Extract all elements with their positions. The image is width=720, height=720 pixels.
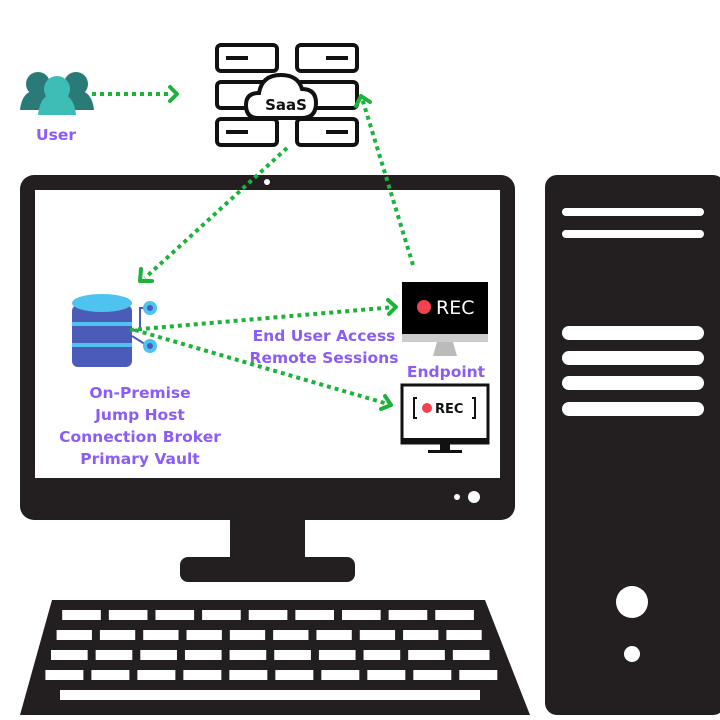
- keyboard-key: [99, 630, 136, 640]
- keyboard-key: [459, 670, 498, 680]
- remote-sessions-label: Remote Sessions: [250, 349, 399, 367]
- keyboard-key: [435, 610, 474, 620]
- keyboard-key: [108, 610, 148, 620]
- keyboard-spacebar-row: [60, 690, 480, 700]
- user-label: User: [36, 126, 76, 144]
- keyboard-key: [408, 650, 445, 660]
- keyboard-key: [321, 670, 360, 680]
- keyboard-key: [452, 650, 490, 660]
- keyboard-key: [229, 670, 268, 680]
- keyboard-key: [184, 650, 222, 660]
- endpoint-label: Endpoint: [407, 363, 486, 381]
- keyboard-key: [183, 670, 222, 680]
- keyboard-key: [95, 650, 133, 660]
- svg-text:Primary Vault: Primary Vault: [80, 450, 200, 468]
- keyboard-key: [51, 650, 88, 660]
- keyboard-key: [363, 650, 401, 660]
- keyboard-key: [248, 610, 288, 620]
- saas-cloud-server-icon: [215, 43, 359, 147]
- keyboard-key: [388, 610, 428, 620]
- keyboard-key: [91, 670, 130, 680]
- keyboard-key: [275, 670, 314, 680]
- keyboard-key: [274, 650, 311, 660]
- saas-label: SaaS: [265, 96, 307, 114]
- keyboard-key: [45, 670, 84, 680]
- keyboard-key: [295, 610, 334, 620]
- end-user-access-label: End User Access: [253, 327, 396, 345]
- svg-text:On-Premise: On-Premise: [89, 384, 190, 402]
- keyboard-key: [342, 610, 381, 620]
- keyboard-key: [186, 630, 222, 640]
- keyboard-key: [143, 630, 179, 640]
- keyboard-key: [413, 670, 452, 680]
- svg-text:REC: REC: [435, 402, 463, 417]
- diagram: User SaaS On-Premise Jump Host Connectio…: [20, 43, 720, 715]
- keyboard-key: [316, 630, 352, 640]
- keyboard-icon: [20, 600, 530, 715]
- keyboard-key: [229, 630, 266, 640]
- keyboard-key: [318, 650, 356, 660]
- keyboard-key: [403, 630, 439, 640]
- keyboard-key: [62, 610, 101, 620]
- keyboard-key: [140, 650, 177, 660]
- keyboard-key: [137, 670, 176, 680]
- svg-text:Connection Broker: Connection Broker: [59, 428, 221, 446]
- keyboard-key: [446, 630, 482, 640]
- keyboard-key: [56, 630, 92, 640]
- keyboard-key: [273, 630, 309, 640]
- svg-text:Jump Host: Jump Host: [94, 406, 185, 424]
- keyboard-key: [229, 650, 267, 660]
- keyboard-key: [359, 630, 396, 640]
- users-icon: [20, 72, 94, 115]
- svg-text:REC: REC: [436, 297, 474, 319]
- keyboard-key: [202, 610, 241, 620]
- rec-screen-icon: REC: [400, 383, 490, 453]
- keyboard-key: [155, 610, 195, 620]
- keyboard-key: [367, 670, 406, 680]
- computer-tower-icon: [545, 175, 720, 715]
